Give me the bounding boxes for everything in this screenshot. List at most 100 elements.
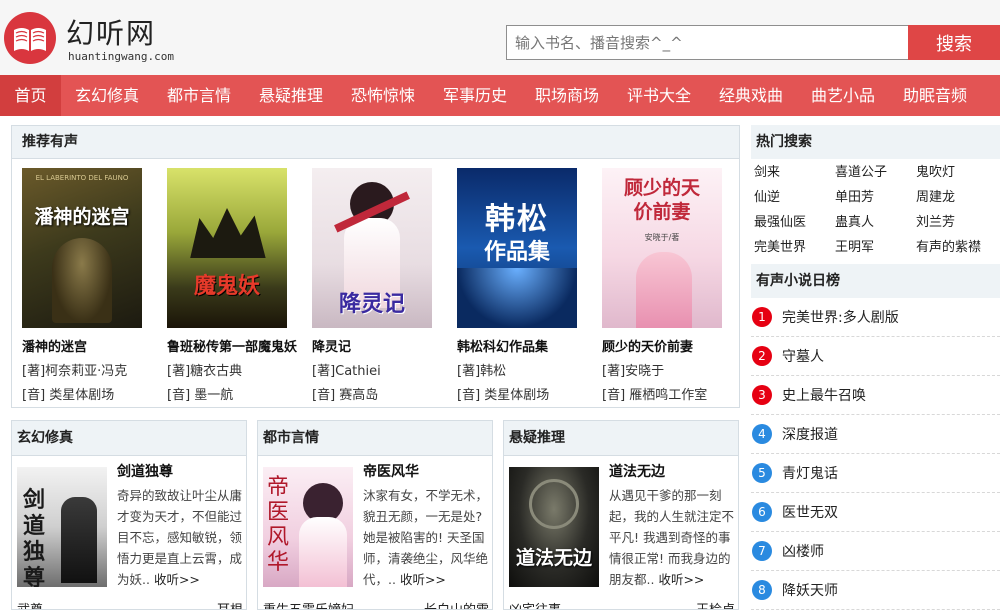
hot-search-link[interactable]: 鬼吹灯 xyxy=(916,162,1000,184)
hot-search-link[interactable]: 刘兰芳 xyxy=(916,212,1000,234)
book-author: [著]安晓于 xyxy=(602,364,665,379)
book-title[interactable]: 潘神的迷宫 xyxy=(22,336,162,355)
nav-item-home[interactable]: 首页 xyxy=(0,75,61,116)
rank-title[interactable]: 完美世界:多人剧版 xyxy=(782,307,899,327)
page: 幻听网 huantingwang.com 搜索 首页 玄幻修真 都市言情 悬疑推… xyxy=(0,0,1000,610)
recommend-item[interactable]: 魔鬼妖 鲁班秘传第一部魔鬼妖 [著]糖衣古典 [音] 墨一航 xyxy=(167,168,307,403)
hot-search-link[interactable]: 最强仙医 xyxy=(754,212,835,234)
header: 幻听网 huantingwang.com 搜索 xyxy=(0,0,1000,75)
rank-number-badge: 6 xyxy=(752,502,772,522)
listen-more-link[interactable]: 收听>> xyxy=(154,572,200,587)
footer-book-title[interactable]: 武尊 xyxy=(17,599,43,609)
recommend-item[interactable]: 韩松 作品集 韩松科幻作品集 [著]韩松 [音] 类星体剧场 xyxy=(457,168,597,403)
rank-number-badge: 3 xyxy=(752,385,772,405)
footer-book-title[interactable]: 凶宅往事 xyxy=(509,599,561,609)
hot-search-link[interactable]: 单田芳 xyxy=(835,187,916,209)
hot-search-link[interactable]: 有声的紫襟 xyxy=(916,237,1000,259)
rank-title[interactable]: 凶楼师 xyxy=(782,541,824,561)
hot-search-link[interactable]: 王明军 xyxy=(835,237,916,259)
book-author: [著]Cathiei xyxy=(312,364,381,379)
nav-item-xuanyi[interactable]: 悬疑推理 xyxy=(245,75,337,116)
book-cover[interactable]: 帝医风华 xyxy=(263,467,353,587)
book-description: 奇异的致故让叶尘从庸才变为天才，不但能过目不忘，感知敏锐，领悟力更是直上云霄，成… xyxy=(117,488,243,587)
category-panel-dushi: 都市言情 帝医风华 帝医风华 沐家有女，不学无术，貌丑无颜，一无是处?她是被陷害… xyxy=(257,420,493,610)
hot-search-link[interactable]: 完美世界 xyxy=(754,237,835,259)
rank-item[interactable]: 1 完美世界:多人剧版 xyxy=(751,298,1000,337)
footer-book-author: 王检卓 xyxy=(696,599,735,609)
recommend-panel: 推荐有声 EL LABERINTO DEL FAUNO 潘神的迷宫 潘神的迷宫 … xyxy=(11,125,740,408)
book-title[interactable]: 降灵记 xyxy=(312,336,452,355)
rank-title[interactable]: 深度报道 xyxy=(782,424,838,444)
book-title[interactable]: 顾少的天价前妻 xyxy=(602,336,739,355)
book-cover[interactable]: 道法无边 xyxy=(509,467,599,587)
rank-number-badge: 8 xyxy=(752,580,772,600)
rank-item[interactable]: 8 降妖天师 xyxy=(751,571,1000,610)
daily-rank-heading: 有声小说日榜 xyxy=(751,264,1000,298)
rank-item[interactable]: 2 守墓人 xyxy=(751,337,1000,376)
category-heading[interactable]: 玄幻修真 xyxy=(12,421,246,456)
category-footer-row[interactable]: 武尊 耳根 xyxy=(17,599,243,609)
nav-item-quyi[interactable]: 曲艺小品 xyxy=(797,75,889,116)
rank-title[interactable]: 医世无双 xyxy=(782,502,838,522)
category-heading[interactable]: 都市言情 xyxy=(258,421,492,456)
rank-item[interactable]: 4 深度报道 xyxy=(751,415,1000,454)
book-logo-icon[interactable] xyxy=(4,12,56,64)
listen-more-link[interactable]: 收听>> xyxy=(400,572,446,587)
category-panel-xuanhuan: 玄幻修真 剑道独尊 剑道独尊 奇异的致故让叶尘从庸才变为天才，不但能过目不忘，感… xyxy=(11,420,247,610)
nav-item-xuanhuan[interactable]: 玄幻修真 xyxy=(61,75,153,116)
recommend-item[interactable]: EL LABERINTO DEL FAUNO 潘神的迷宫 潘神的迷宫 [著]柯奈… xyxy=(22,168,162,403)
book-description: 从遇见干爹的那一刻起，我的人生就注定不平凡! 我遇到奇怪的事情很正常! 而我身边… xyxy=(609,488,735,587)
book-cover[interactable]: EL LABERINTO DEL FAUNO 潘神的迷宫 xyxy=(22,168,142,328)
rank-number-badge: 7 xyxy=(752,541,772,561)
listen-more-link[interactable]: 收听>> xyxy=(658,572,704,587)
rank-title[interactable]: 守墓人 xyxy=(782,346,824,366)
category-footer-row[interactable]: 重生五零乐嫡妇 长白山的雪 xyxy=(263,599,489,609)
rank-title[interactable]: 降妖天师 xyxy=(782,580,838,600)
nav-item-pingshu[interactable]: 评书大全 xyxy=(613,75,705,116)
rank-number-badge: 1 xyxy=(752,307,772,327)
site-title[interactable]: 幻听网 xyxy=(66,12,156,52)
nav-item-xiqu[interactable]: 经典戏曲 xyxy=(705,75,797,116)
site-domain: huantingwang.com xyxy=(68,50,174,63)
book-cover[interactable]: 顾少的天价前妻 安晓于/著 xyxy=(602,168,722,328)
hot-search-list: 剑来 喜道公子 鬼吹灯 仙逆 单田芳 周建龙 最强仙医 蛊真人 刘兰芳 完美世界… xyxy=(751,159,1000,264)
book-title[interactable]: 帝医风华 xyxy=(363,461,419,481)
recommend-heading: 推荐有声 xyxy=(12,126,739,159)
nav-item-kongbu[interactable]: 恐怖惊悚 xyxy=(337,75,429,116)
search-button[interactable]: 搜索 xyxy=(908,25,1000,60)
recommend-item[interactable]: 顾少的天价前妻 安晓于/著 顾少的天价前妻 [著]安晓于 [音] 雁栖鸣工作室 xyxy=(602,168,739,403)
rank-item[interactable]: 3 史上最牛召唤 xyxy=(751,376,1000,415)
category-footer-row[interactable]: 凶宅往事 王检卓 xyxy=(509,599,735,609)
book-cover[interactable]: 降灵记 xyxy=(312,168,432,328)
hot-search-link[interactable]: 仙逆 xyxy=(754,187,835,209)
book-narrator: [音] 赛高岛 xyxy=(312,388,379,403)
hot-search-link[interactable]: 喜道公子 xyxy=(835,162,916,184)
book-cover[interactable]: 韩松 作品集 xyxy=(457,168,577,328)
book-title[interactable]: 鲁班秘传第一部魔鬼妖 xyxy=(167,336,307,355)
search-input[interactable] xyxy=(507,26,908,59)
rank-title[interactable]: 青灯鬼话 xyxy=(782,463,838,483)
book-cover[interactable]: 剑道独尊 xyxy=(17,467,107,587)
recommend-item[interactable]: 降灵记 降灵记 [著]Cathiei [音] 赛高岛 xyxy=(312,168,452,403)
book-author: [著]柯奈莉亚·冯克 xyxy=(22,364,128,379)
book-title[interactable]: 剑道独尊 xyxy=(117,461,173,481)
nav-item-dushi[interactable]: 都市言情 xyxy=(153,75,245,116)
rank-item[interactable]: 7 凶楼师 xyxy=(751,532,1000,571)
hot-search-link[interactable]: 蛊真人 xyxy=(835,212,916,234)
category-panel-xuanyi: 悬疑推理 道法无边 道法无边 从遇见干爹的那一刻起，我的人生就注定不平凡! 我遇… xyxy=(503,420,739,610)
rank-title[interactable]: 史上最牛召唤 xyxy=(782,385,866,405)
hot-search-link[interactable]: 剑来 xyxy=(754,162,835,184)
rank-item[interactable]: 5 青灯鬼话 xyxy=(751,454,1000,493)
rank-number-badge: 5 xyxy=(752,463,772,483)
book-title[interactable]: 韩松科幻作品集 xyxy=(457,336,597,355)
footer-book-title[interactable]: 重生五零乐嫡妇 xyxy=(263,599,354,609)
book-title[interactable]: 道法无边 xyxy=(609,461,665,481)
nav-item-junshi[interactable]: 军事历史 xyxy=(429,75,521,116)
category-heading[interactable]: 悬疑推理 xyxy=(504,421,738,456)
book-cover[interactable]: 魔鬼妖 xyxy=(167,168,287,328)
rank-item[interactable]: 6 医世无双 xyxy=(751,493,1000,532)
right-column: 热门搜索 剑来 喜道公子 鬼吹灯 仙逆 单田芳 周建龙 最强仙医 蛊真人 刘兰芳… xyxy=(751,125,1000,610)
hot-search-link[interactable]: 周建龙 xyxy=(916,187,1000,209)
nav-item-zhichang[interactable]: 职场商场 xyxy=(521,75,613,116)
nav-item-zhumian[interactable]: 助眠音频 xyxy=(889,75,981,116)
